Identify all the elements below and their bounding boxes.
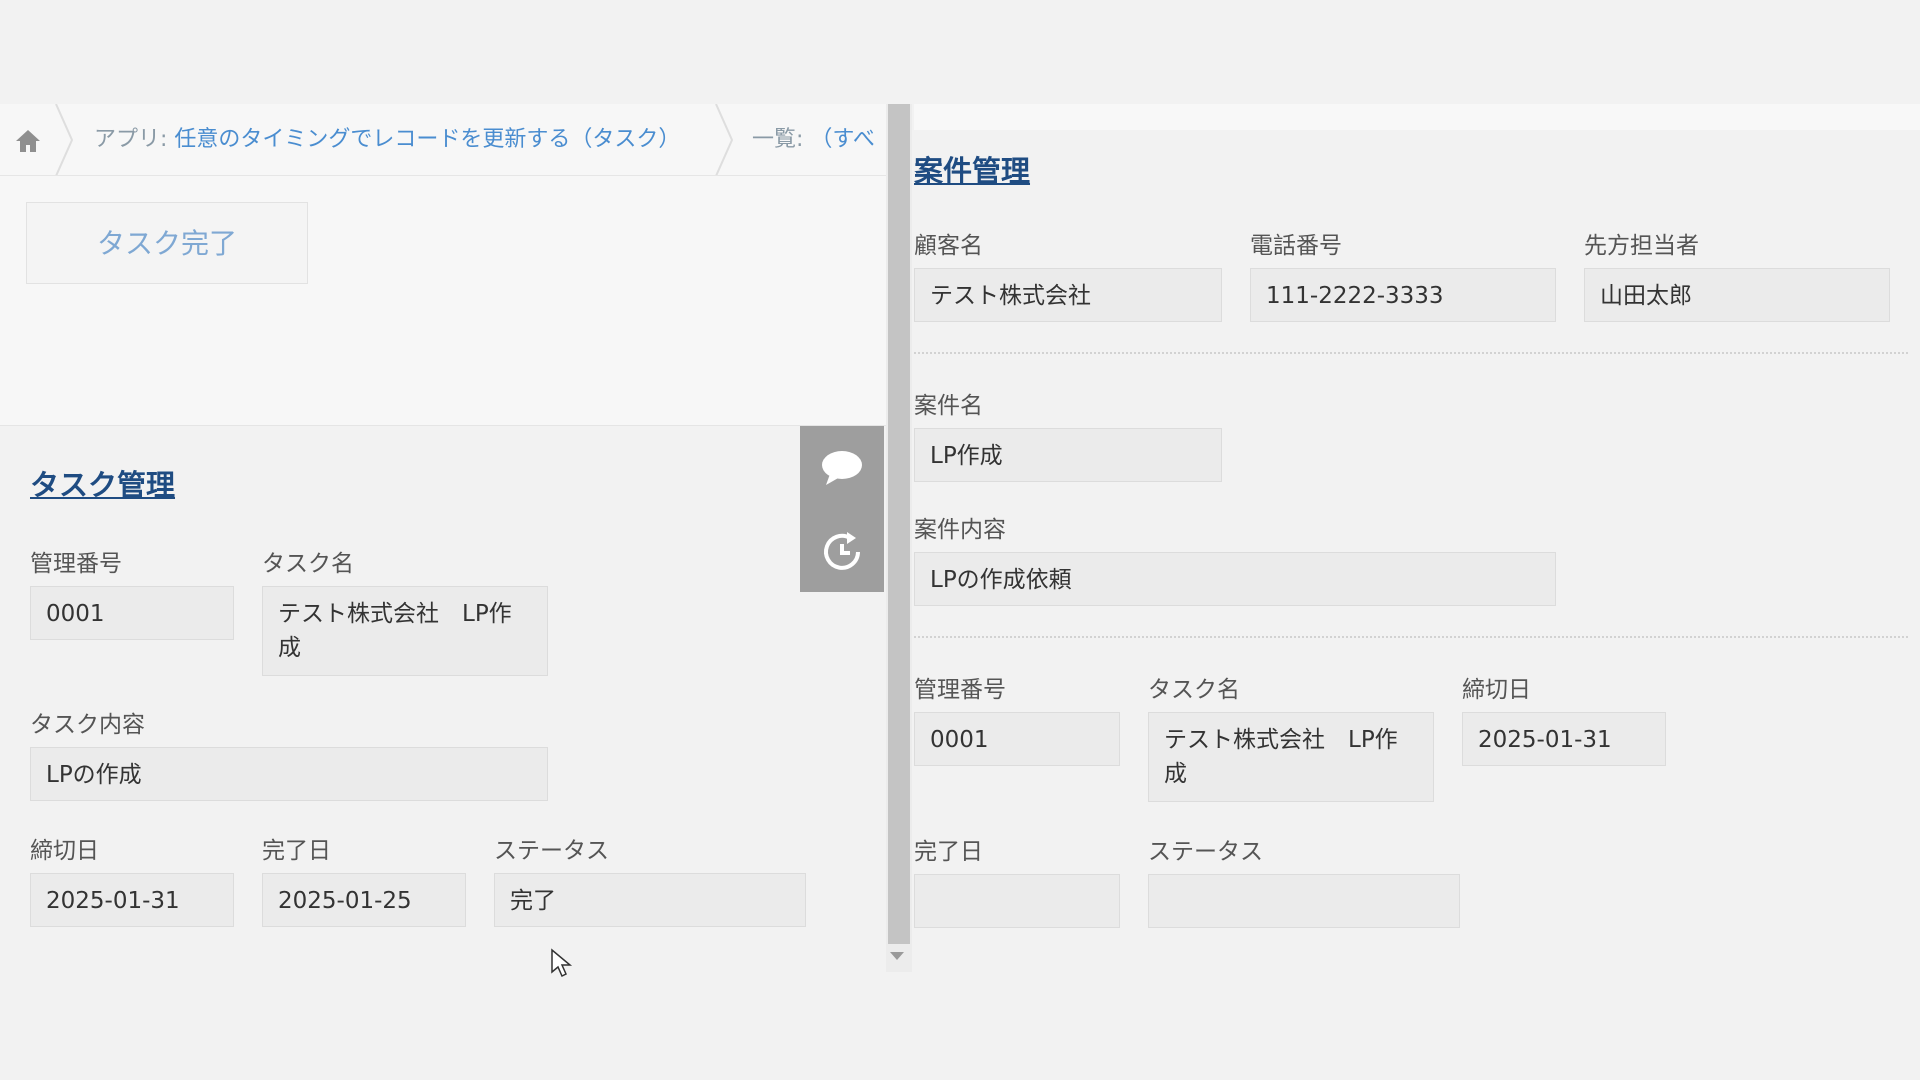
field-label-project-content: 案件内容 (914, 517, 1006, 543)
field-label-id: 管理番号 (914, 677, 1006, 703)
field-label-task-name: タスク名 (1148, 677, 1240, 703)
customer-field: テスト株式会社 (914, 268, 1222, 322)
breadcrumb-separator-icon (55, 104, 74, 175)
section-divider (914, 352, 1908, 354)
field-label-status: ステータス (494, 838, 609, 864)
contact-field: 山田太郎 (1584, 268, 1890, 322)
field-label-completed: 完了日 (262, 838, 331, 864)
field-label-project-name: 案件名 (914, 393, 983, 419)
completed-date-field: 2025-01-25 (262, 873, 466, 927)
project-name-field: LP作成 (914, 428, 1222, 482)
task-name-field: テスト株式会社 LP作成 (1148, 712, 1434, 802)
field-label-completed: 完了日 (914, 839, 983, 865)
field-label-contact: 先方担当者 (1584, 233, 1699, 259)
status-field: 完了 (494, 873, 806, 927)
breadcrumb-app[interactable]: アプリ: 任意のタイミングでレコードを更新する（タスク） (94, 104, 680, 175)
field-label-deadline: 締切日 (30, 838, 99, 864)
side-tools (800, 426, 884, 592)
field-label-status: ステータス (1148, 839, 1263, 865)
task-content-field: LPの作成 (30, 747, 548, 801)
id-field: 0001 (30, 586, 234, 640)
field-label-task-content: タスク内容 (30, 712, 145, 738)
phone-field: 111-2222-3333 (1250, 268, 1556, 322)
breadcrumb-separator-icon (715, 104, 734, 175)
field-label-phone: 電話番号 (1250, 233, 1342, 259)
comment-icon[interactable] (820, 448, 864, 488)
project-section-title: 案件管理 (914, 154, 1031, 188)
record-toolbar: タスク完了 (0, 176, 888, 426)
home-icon[interactable] (14, 128, 42, 154)
deadline-field: 2025-01-31 (1462, 712, 1666, 766)
scrollbar-thumb[interactable] (888, 104, 910, 944)
task-name-field: テスト株式会社 LP作成 (262, 586, 548, 676)
breadcrumb-view-link[interactable]: （すべ (810, 127, 874, 152)
field-label-customer: 顧客名 (914, 233, 983, 259)
completed-date-field (914, 874, 1120, 928)
task-complete-button[interactable]: タスク完了 (26, 202, 308, 284)
deadline-field: 2025-01-31 (30, 873, 234, 927)
field-label-id: 管理番号 (30, 551, 122, 577)
section-divider (914, 636, 1908, 638)
project-content-field: LPの作成依頼 (914, 552, 1556, 606)
task-section-title: タスク管理 (30, 468, 176, 502)
field-label-deadline: 締切日 (1462, 677, 1531, 703)
mouse-cursor-icon (551, 948, 573, 978)
breadcrumb: アプリ: 任意のタイミングでレコードを更新する（タスク） 一覧: （すべ (0, 104, 888, 176)
right-panel-header (914, 104, 1920, 130)
field-label-task-name: タスク名 (262, 551, 354, 577)
status-field (1148, 874, 1460, 928)
history-icon[interactable] (820, 530, 864, 574)
breadcrumb-view[interactable]: 一覧: （すべ (752, 104, 875, 175)
scroll-down-arrow-icon[interactable] (890, 952, 904, 960)
breadcrumb-app-link[interactable]: 任意のタイミングでレコードを更新する（タスク） (174, 127, 680, 152)
id-field: 0001 (914, 712, 1120, 766)
